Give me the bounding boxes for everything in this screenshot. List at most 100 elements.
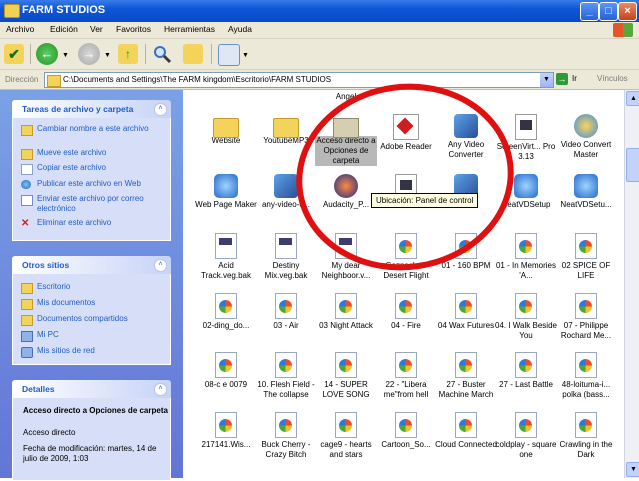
file-item[interactable]: 02 SPICE OF LIFE	[555, 233, 617, 281]
details-panel-header[interactable]: Detalles ˄	[12, 380, 171, 398]
scroll-down-icon[interactable]: ▼	[626, 462, 639, 477]
file-item[interactable]: 03 Night Attack	[315, 293, 377, 331]
file-item[interactable]: Buck Cherry - Crazy Bitch	[255, 412, 317, 460]
file-item-partial[interactable]: Text	[255, 90, 317, 92]
file-item[interactable]: Acid Track.veg.bak	[195, 233, 257, 281]
links-label[interactable]: Vínculos	[597, 74, 628, 83]
rename-icon	[21, 125, 33, 136]
details-panel-body: Acceso directo a Opciones de carpeta Acc…	[12, 398, 171, 481]
address-input[interactable]: C:\Documents and Settings\The FARM kingd…	[44, 72, 554, 88]
file-item[interactable]: Web Page Maker	[195, 174, 257, 210]
file-item[interactable]: 14 - SUPER LOVE SONG	[315, 352, 377, 400]
media-icon	[275, 352, 297, 378]
converter-icon	[274, 174, 298, 198]
menu-edicion[interactable]: Edición	[50, 24, 78, 34]
file-item[interactable]: 48-loituma-i... polka (bass...	[555, 352, 617, 400]
file-item[interactable]: 27 - Buster Machine March	[435, 352, 497, 400]
file-item[interactable]: Cloud Connected	[435, 412, 497, 450]
file-item[interactable]: 22 - "Libera me"from hell	[375, 352, 437, 400]
file-name: 02-ding_do...	[202, 321, 250, 330]
vertical-scrollbar[interactable]: ▲ ▼	[624, 90, 639, 478]
collapse-icon[interactable]: ˄	[154, 103, 167, 116]
menu-favoritos[interactable]: Favoritos	[116, 24, 151, 34]
forward-button[interactable]: →	[78, 43, 100, 65]
file-item[interactable]: NeatVDSetu...	[555, 174, 617, 210]
file-item[interactable]: 02-ding_do...	[195, 293, 257, 331]
file-item[interactable]: 04. I Walk Beside You	[495, 293, 557, 341]
details-modified: Fecha de modificación: martes, 14 de jul…	[23, 444, 157, 463]
maximize-button[interactable]: □	[599, 2, 618, 21]
collapse-icon[interactable]: ˄	[154, 259, 167, 272]
folders-button[interactable]	[183, 44, 203, 64]
views-dropdown-icon[interactable]: ▼	[242, 52, 249, 59]
folder-icon	[21, 299, 33, 310]
file-name: 04 - Fire	[391, 321, 421, 330]
tasks-panel-body: Cambiar nombre a este archivo Mueve este…	[12, 118, 171, 241]
file-item[interactable]: Crawling in the Dark	[555, 412, 617, 460]
file-item[interactable]: Cartoon_So...	[375, 412, 437, 450]
tooltip: Ubicación: Panel de control	[371, 193, 479, 208]
address-dropdown-icon[interactable]: ▼	[540, 73, 553, 87]
media-icon	[335, 352, 357, 378]
scroll-thumb[interactable]	[626, 148, 639, 182]
menu-ayuda[interactable]: Ayuda	[228, 24, 252, 34]
file-item[interactable]: 217141.Wis...	[195, 412, 257, 450]
file-name: 14 - SUPER LOVE SONG	[322, 380, 370, 399]
folder-icon	[21, 315, 33, 326]
file-item[interactable]: 04 - Fire	[375, 293, 437, 331]
file-item-partial[interactable]: SNES	[195, 90, 257, 92]
file-name: 03 Night Attack	[319, 321, 373, 330]
menu-ver[interactable]: Ver	[90, 24, 103, 34]
file-name: cage9 - hearts and stars	[320, 440, 372, 459]
file-item[interactable]: 08-c e 0079	[195, 352, 257, 390]
go-button[interactable]: Ir	[572, 74, 577, 83]
email-icon	[21, 195, 33, 206]
folder-icon	[213, 118, 239, 138]
copy-icon	[21, 164, 33, 175]
tasks-panel-title: Tareas de archivo y carpeta	[22, 104, 134, 114]
file-item[interactable]: Website	[195, 114, 257, 146]
scroll-up-icon[interactable]: ▲	[626, 91, 639, 106]
address-bar: Dirección C:\Documents and Settings\The …	[0, 70, 639, 90]
forward-dropdown-icon[interactable]: ▼	[104, 52, 111, 59]
places-panel-header[interactable]: Otros sitios ˄	[12, 256, 171, 274]
media-icon	[455, 293, 477, 319]
file-item[interactable]: 03 - Air	[255, 293, 317, 331]
checkmark-icon[interactable]: ✔	[4, 44, 24, 64]
file-name: Buck Cherry - Crazy Bitch	[261, 440, 311, 459]
file-item[interactable]: 27 - Last Battle	[495, 352, 557, 390]
back-button[interactable]: ←	[36, 43, 58, 65]
file-item[interactable]: 01 - In Memories 'A...	[495, 233, 557, 281]
file-name: 04. I Walk Beside You	[495, 321, 557, 340]
file-item[interactable]: Destiny Mix.veg.bak	[255, 233, 317, 281]
close-button[interactable]: ×	[618, 2, 637, 21]
views-button[interactable]	[218, 44, 240, 66]
media-icon	[395, 412, 417, 438]
file-item-partial[interactable]: WEB	[495, 90, 557, 92]
tasks-panel-header[interactable]: Tareas de archivo y carpeta ˄	[12, 100, 171, 118]
up-folder-button[interactable]: ↑	[118, 44, 138, 64]
file-item[interactable]: coldplay - square one	[495, 412, 557, 460]
collapse-icon[interactable]: ˄	[154, 383, 167, 396]
file-item[interactable]: 10. Flesh Field - The collapse	[255, 352, 317, 400]
go-arrow-icon[interactable]: →	[556, 73, 568, 85]
address-label: Dirección	[5, 75, 39, 84]
media-icon	[575, 412, 597, 438]
back-dropdown-icon[interactable]: ▼	[62, 52, 69, 59]
file-name: 48-loituma-i... polka (bass...	[561, 380, 611, 399]
search-icon	[154, 46, 172, 64]
media-icon	[575, 233, 597, 259]
file-item-partial[interactable]: Web Scan	[555, 90, 617, 92]
computer-icon	[21, 331, 33, 342]
file-name: Destiny Mix.veg.bak	[264, 261, 308, 280]
menu-archivo[interactable]: Archivo	[6, 24, 34, 34]
file-item[interactable]: cage9 - hearts and stars	[315, 412, 377, 460]
file-item[interactable]: Video Convert Master	[555, 114, 617, 160]
minimize-button[interactable]: _	[580, 2, 599, 21]
address-path: C:\Documents and Settings\The FARM kingd…	[63, 75, 332, 84]
menu-herramientas[interactable]: Herramientas	[164, 24, 215, 34]
search-button[interactable]	[152, 44, 172, 64]
file-item[interactable]: 07 - Philippe Rochard Me...	[555, 293, 617, 341]
details-type: Acceso directo	[23, 428, 76, 437]
file-item[interactable]: 04 Wax Futures	[435, 293, 497, 331]
